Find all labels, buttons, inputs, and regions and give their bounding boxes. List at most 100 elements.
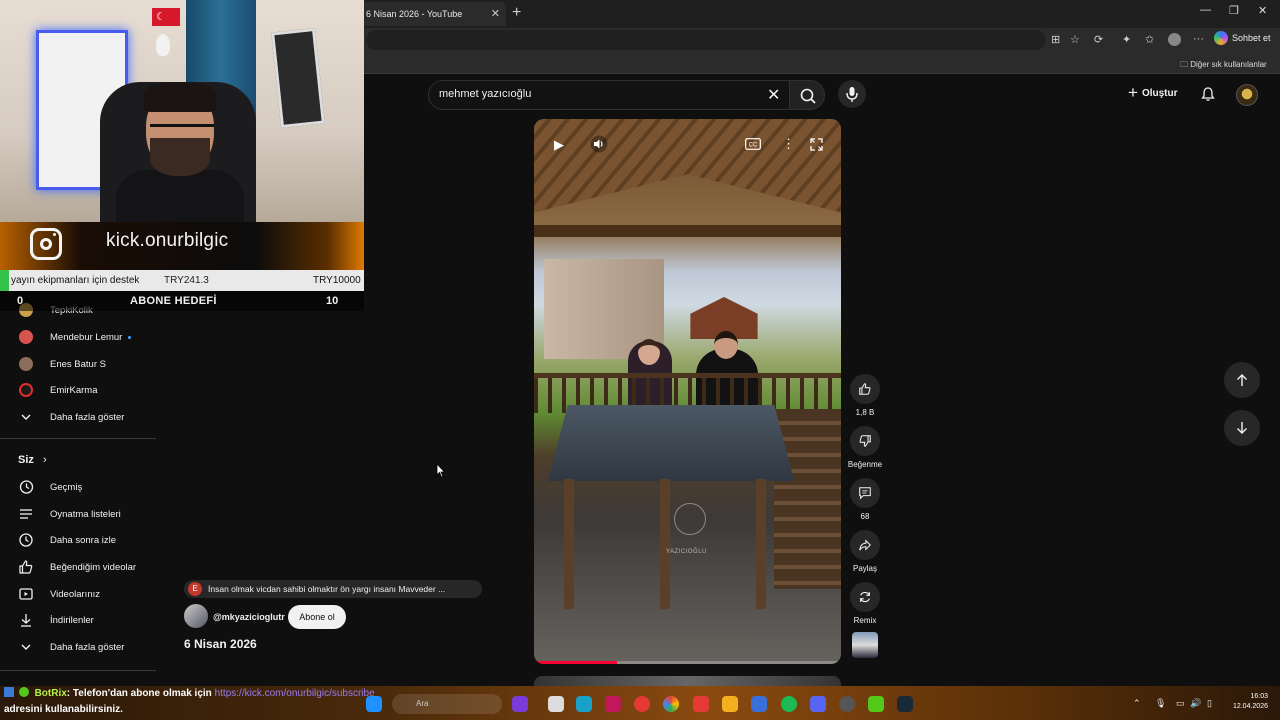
beard [150,138,210,176]
sidebar-show-more-you[interactable]: Daha fazla göster [18,637,124,657]
comment-icon [859,487,871,500]
live-indicator [128,335,132,339]
remix-label: Remix [853,616,877,625]
maximize-icon[interactable]: ❐ [1229,4,1239,17]
your-videos-icon [18,586,34,602]
sidebar-item-label: İndirilenler [50,614,94,626]
new-tab-button[interactable]: + [512,4,521,22]
profile-avatar[interactable] [1168,33,1181,46]
clear-search-icon[interactable]: ✕ [767,85,780,105]
windows-start-icon[interactable] [366,696,382,712]
sidebar-divider [0,438,156,439]
chat-link[interactable]: https://kick.com/onurbilgic/subscribe [215,688,375,699]
next-short-button[interactable] [1224,410,1260,446]
subscribe-button[interactable]: Abone ol [288,605,346,629]
steam-icon[interactable] [897,696,913,712]
table-legs [564,479,776,609]
sidebar-you-header[interactable]: Siz › [18,454,47,466]
plus-icon: + [1128,83,1138,102]
streamer-webcam: ☾ [0,0,364,222]
favorite-star-icon[interactable]: ☆ [1070,33,1080,46]
file-explorer-icon[interactable] [722,696,738,712]
sidebar-item-playlists[interactable]: Oynatma listeleri [18,504,121,524]
sidebar-channel-mendebur-lemur[interactable]: Mendebur Lemur [18,327,132,347]
favorites-icon[interactable]: ✩ [1145,33,1154,46]
chrome-icon[interactable] [663,696,679,712]
spotify-icon[interactable] [781,696,797,712]
taskbar-search[interactable]: Ara [392,694,502,714]
taskbar-clock[interactable]: 16:03 12.04.2026 [1228,692,1268,712]
microphone-tray-icon[interactable]: 🎙 [1155,698,1166,709]
dislike-button[interactable] [850,426,880,456]
fullscreen-icon[interactable] [810,138,823,154]
taskbar-app-icon[interactable] [605,696,621,712]
store-icon[interactable] [751,696,767,712]
sidebar-item-liked-videos[interactable]: Beğendiğim videolar [18,557,136,577]
account-avatar[interactable] [1236,84,1258,106]
sound-source-thumbnail[interactable] [852,632,878,658]
next-short-preview[interactable] [534,676,841,686]
kick-icon[interactable] [868,696,884,712]
comments-button[interactable] [850,478,880,508]
captions-icon[interactable]: CC [745,138,761,153]
task-view-icon[interactable] [548,696,564,712]
refresh-icon[interactable]: ⟳ [1094,33,1103,46]
yandex-icon[interactable] [693,696,709,712]
copilot-icon [1214,31,1228,45]
table-top [548,405,794,481]
voice-search-button[interactable] [838,80,866,108]
share-label: Paylaş [852,564,877,573]
remix-button[interactable] [850,582,880,612]
opera-icon[interactable] [634,696,650,712]
create-button[interactable]: + Oluştur [1128,83,1178,102]
like-button[interactable] [850,374,880,404]
more-options-icon[interactable]: ⋮ [782,136,795,152]
minimize-icon[interactable]: — [1200,4,1211,16]
browser-tab-active[interactable]: 6 Nisan 2026 - YouTube ✕ [360,2,506,26]
edge-icon[interactable] [576,696,592,712]
discord-icon[interactable] [810,696,826,712]
network-icon[interactable]: ▭ [1176,698,1185,709]
taskbar-app-icon[interactable] [839,696,855,712]
taskbar-app-icon[interactable] [512,696,528,712]
sidebar-show-more-channels[interactable]: Daha fazla göster [18,407,124,427]
sidebar-channel-enes-batur[interactable]: Enes Batur S [18,354,106,374]
search-input[interactable]: mehmet yazıcıoğlu [439,88,531,100]
other-bookmarks[interactable]: 🗀 Diğer sık kullanılanlar [1180,59,1267,73]
share-button[interactable] [850,530,880,560]
previous-short-button[interactable] [1224,362,1260,398]
share-icon [859,539,871,551]
volume-icon[interactable] [590,135,608,156]
chevron-down-icon [18,639,34,655]
extensions-icon[interactable]: ✦ [1122,33,1131,46]
volume-tray-icon[interactable]: 🔊 [1190,698,1201,709]
tray-chevron-icon[interactable]: ⌃ [1133,698,1141,709]
short-title: 6 Nisan 2026 [184,637,257,651]
channel-handle[interactable]: @mkyazicioglutr [213,612,285,622]
chat-username: BotRix [34,688,67,699]
dislike-label: Beğenme [847,460,883,469]
video-progress-bar[interactable] [534,661,841,664]
sidebar-channel-emirkarma[interactable]: EmirKarma [18,380,98,400]
sidebar-item-history[interactable]: Geçmiş [18,477,82,497]
watermark-logo [674,503,706,535]
search-button[interactable] [789,80,825,110]
search-icon [800,88,816,104]
short-video-player[interactable]: YAZICIOĞLU ▶ CC ⋮ [534,119,841,664]
social-handle: kick.onurbilgic [106,230,229,251]
sidebar-item-watch-later[interactable]: Daha sonra izle [18,530,116,550]
url-field[interactable] [366,30,1046,50]
play-icon[interactable]: ▶ [554,137,564,153]
channel-avatar[interactable] [184,604,208,628]
copilot-chat-button[interactable]: Sohbet et [1214,31,1271,45]
arrow-up-icon [1237,374,1247,386]
battery-icon[interactable]: ▯ [1207,698,1212,709]
notifications-bell-icon[interactable] [1200,86,1216,107]
tab-close-icon[interactable]: ✕ [491,2,500,26]
sidebar-item-downloads[interactable]: İndirilenler [18,610,94,630]
more-menu-icon[interactable]: ··· [1193,33,1204,45]
app-available-icon[interactable]: ⊞ [1051,33,1060,46]
window-close-icon[interactable]: ✕ [1258,4,1267,17]
sidebar-item-your-videos[interactable]: Videolarınız [18,584,100,604]
svg-text:CC: CC [749,143,758,149]
